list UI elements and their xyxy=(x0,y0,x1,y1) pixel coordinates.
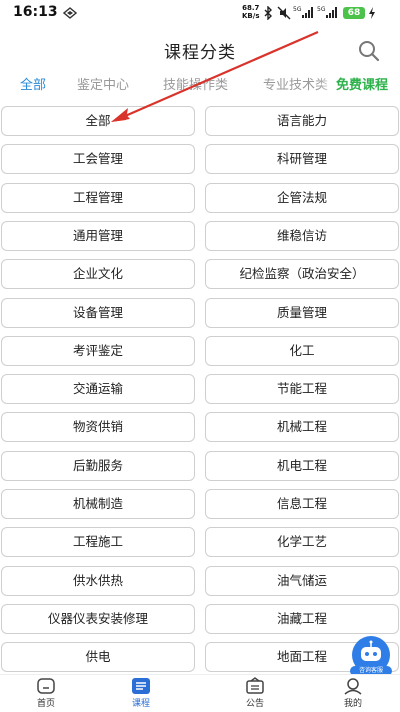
signal-label: 5G xyxy=(293,6,302,13)
nav-profile-label: 我的 xyxy=(343,699,362,709)
category-button[interactable]: 机械制造 xyxy=(1,489,195,519)
category-button[interactable]: 通用管理 xyxy=(1,221,195,251)
signal-icon-2: 5G xyxy=(317,6,337,18)
category-button[interactable]: 油气储运 xyxy=(205,566,399,596)
category-button[interactable]: 企管法规 xyxy=(205,183,399,213)
tab-all[interactable]: 全部 xyxy=(20,74,46,93)
category-button[interactable]: 设备管理 xyxy=(1,298,195,328)
courses-icon xyxy=(132,678,150,694)
tab-skill-operation[interactable]: 技能操作类 xyxy=(163,74,228,93)
category-button[interactable]: 全部 xyxy=(1,106,195,136)
category-button[interactable]: 科研管理 xyxy=(205,144,399,174)
tab-appraisal-center[interactable]: 鉴定中心 xyxy=(77,74,129,93)
status-bar: 16:13 68.7 KB/s 5G 5G 68 xyxy=(0,0,400,26)
status-time: 16:13 xyxy=(13,4,58,20)
category-button[interactable]: 信息工程 xyxy=(205,489,399,519)
page-title: 课程分类 xyxy=(164,43,236,63)
category-button[interactable]: 纪检监察（政治安全） xyxy=(205,259,399,289)
nav-announcement-label: 公告 xyxy=(245,699,264,709)
nav-profile[interactable]: 我的 xyxy=(323,677,383,709)
bottom-nav: 首页 课程 公告 我的 xyxy=(0,674,400,712)
nav-courses[interactable]: 课程 xyxy=(111,677,171,709)
battery-level: 68 xyxy=(343,7,365,19)
category-button[interactable]: 交通运输 xyxy=(1,374,195,404)
profile-icon xyxy=(344,678,362,695)
network-speed-value: 68.7 xyxy=(242,4,260,12)
tab-free-courses[interactable]: 免费课程 xyxy=(336,74,389,93)
signal-label-2: 5G xyxy=(317,6,326,13)
charging-icon xyxy=(369,7,375,19)
category-button[interactable]: 工程施工 xyxy=(1,527,195,557)
search-icon[interactable] xyxy=(357,39,381,63)
vpn-icon xyxy=(63,7,77,19)
category-button[interactable]: 机械工程 xyxy=(205,412,399,442)
nav-courses-label: 课程 xyxy=(131,699,150,709)
network-speed-unit: KB/s xyxy=(242,12,260,20)
network-speed: 68.7 KB/s xyxy=(242,4,259,20)
category-button[interactable]: 物资供销 xyxy=(1,412,195,442)
category-button[interactable]: 机电工程 xyxy=(205,451,399,481)
nav-home[interactable]: 首页 xyxy=(16,677,76,709)
category-button[interactable]: 工会管理 xyxy=(1,144,195,174)
tab-fade xyxy=(318,70,338,96)
mute-icon xyxy=(277,6,291,20)
category-button[interactable]: 维稳信访 xyxy=(205,221,399,251)
nav-announcement[interactable]: 公告 xyxy=(225,677,285,709)
category-button[interactable]: 仪器仪表安装修理 xyxy=(1,604,195,634)
category-button[interactable]: 工程管理 xyxy=(1,183,195,213)
category-button[interactable]: 油藏工程 xyxy=(205,604,399,634)
header: 课程分类 xyxy=(0,26,400,68)
category-button[interactable]: 化工 xyxy=(205,336,399,366)
category-button[interactable]: 考评鉴定 xyxy=(1,336,195,366)
bluetooth-icon xyxy=(264,6,272,20)
home-icon xyxy=(37,678,55,694)
category-button[interactable]: 质量管理 xyxy=(205,298,399,328)
category-tabs: 全部 鉴定中心 技能操作类 专业技术类 免费课程 xyxy=(0,70,400,96)
nav-home-label: 首页 xyxy=(36,699,55,709)
category-button[interactable]: 化学工艺 xyxy=(205,527,399,557)
category-button[interactable]: 后勤服务 xyxy=(1,451,195,481)
signal-icon: 5G xyxy=(293,6,313,18)
category-button[interactable]: 供水供热 xyxy=(1,566,195,596)
category-button[interactable]: 语言能力 xyxy=(205,106,399,136)
category-button[interactable]: 节能工程 xyxy=(205,374,399,404)
announcement-icon xyxy=(246,677,264,694)
category-button[interactable]: 企业文化 xyxy=(1,259,195,289)
category-button[interactable]: 供电 xyxy=(1,642,195,672)
